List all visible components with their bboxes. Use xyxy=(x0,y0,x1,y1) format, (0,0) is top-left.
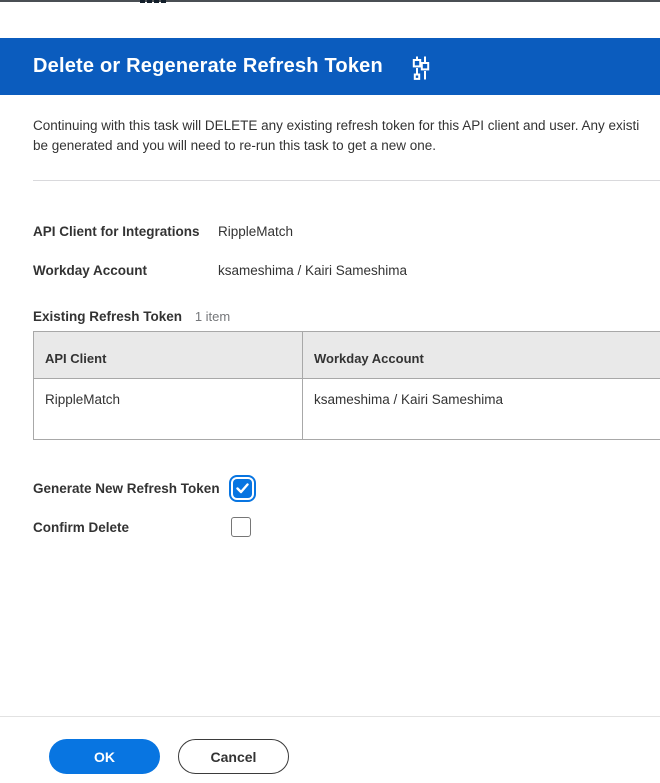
window-edge-artifact xyxy=(147,0,152,3)
generate-new-refresh-token-checkbox[interactable] xyxy=(233,478,252,498)
cell-api-client: RippleMatch xyxy=(33,378,303,440)
table-header-row: API Client Workday Account xyxy=(33,331,660,379)
generate-new-refresh-token-row: Generate New Refresh Token xyxy=(33,474,254,502)
related-actions-icon[interactable] xyxy=(409,55,433,81)
confirm-delete-checkbox[interactable] xyxy=(231,517,251,537)
action-footer: OK Cancel xyxy=(0,716,660,783)
table-row: RippleMatch ksameshima / Kairi Sameshima xyxy=(33,378,660,440)
section-divider xyxy=(33,180,660,181)
task-description-line: Continuing with this task will DELETE an… xyxy=(33,118,640,133)
window-edge-artifact xyxy=(140,0,145,3)
task-description-line: be generated and you will need to re-run… xyxy=(33,138,437,153)
task-description: Continuing with this task will DELETE an… xyxy=(33,116,660,156)
column-header-api-client: API Client xyxy=(33,331,303,379)
task-dialog: Delete or Regenerate Refresh Token Conti… xyxy=(0,0,660,783)
cell-workday-account: ksameshima / Kairi Sameshima xyxy=(302,378,660,440)
grid-title: Existing Refresh Token xyxy=(33,309,183,324)
existing-refresh-token-table: API Client Workday Account RippleMatch k… xyxy=(33,331,660,440)
cancel-button[interactable]: Cancel xyxy=(178,739,289,774)
ok-button[interactable]: OK xyxy=(49,739,160,774)
field-value: RippleMatch xyxy=(218,224,294,239)
field-group: API Client for Integrations RippleMatch … xyxy=(33,224,660,278)
field-value: ksameshima / Kairi Sameshima xyxy=(218,263,408,278)
field-label: Workday Account xyxy=(33,263,148,278)
checkbox-label: Confirm Delete xyxy=(33,519,130,535)
checkbox-group: Generate New Refresh Token Confirm Delet… xyxy=(33,474,254,541)
page-title: Delete or Regenerate Refresh Token xyxy=(33,55,383,77)
task-header-bar: Delete or Regenerate Refresh Token xyxy=(0,38,660,95)
grid-header: Existing Refresh Token 1 item xyxy=(33,309,230,325)
window-top-edge xyxy=(0,0,660,3)
column-header-workday-account: Workday Account xyxy=(302,331,660,379)
button-row: OK Cancel xyxy=(49,739,660,774)
checkmark-icon xyxy=(236,482,249,493)
confirm-delete-row: Confirm Delete xyxy=(33,513,254,541)
window-edge-artifact xyxy=(154,0,159,3)
window-edge-artifact xyxy=(161,0,166,3)
field-label: API Client for Integrations xyxy=(33,224,200,239)
grid-item-count: 1 item xyxy=(194,309,231,324)
checkbox-label: Generate New Refresh Token xyxy=(33,480,220,496)
field-row-api-client: API Client for Integrations RippleMatch xyxy=(33,224,660,239)
field-row-workday-account: Workday Account ksameshima / Kairi Sames… xyxy=(33,263,660,278)
